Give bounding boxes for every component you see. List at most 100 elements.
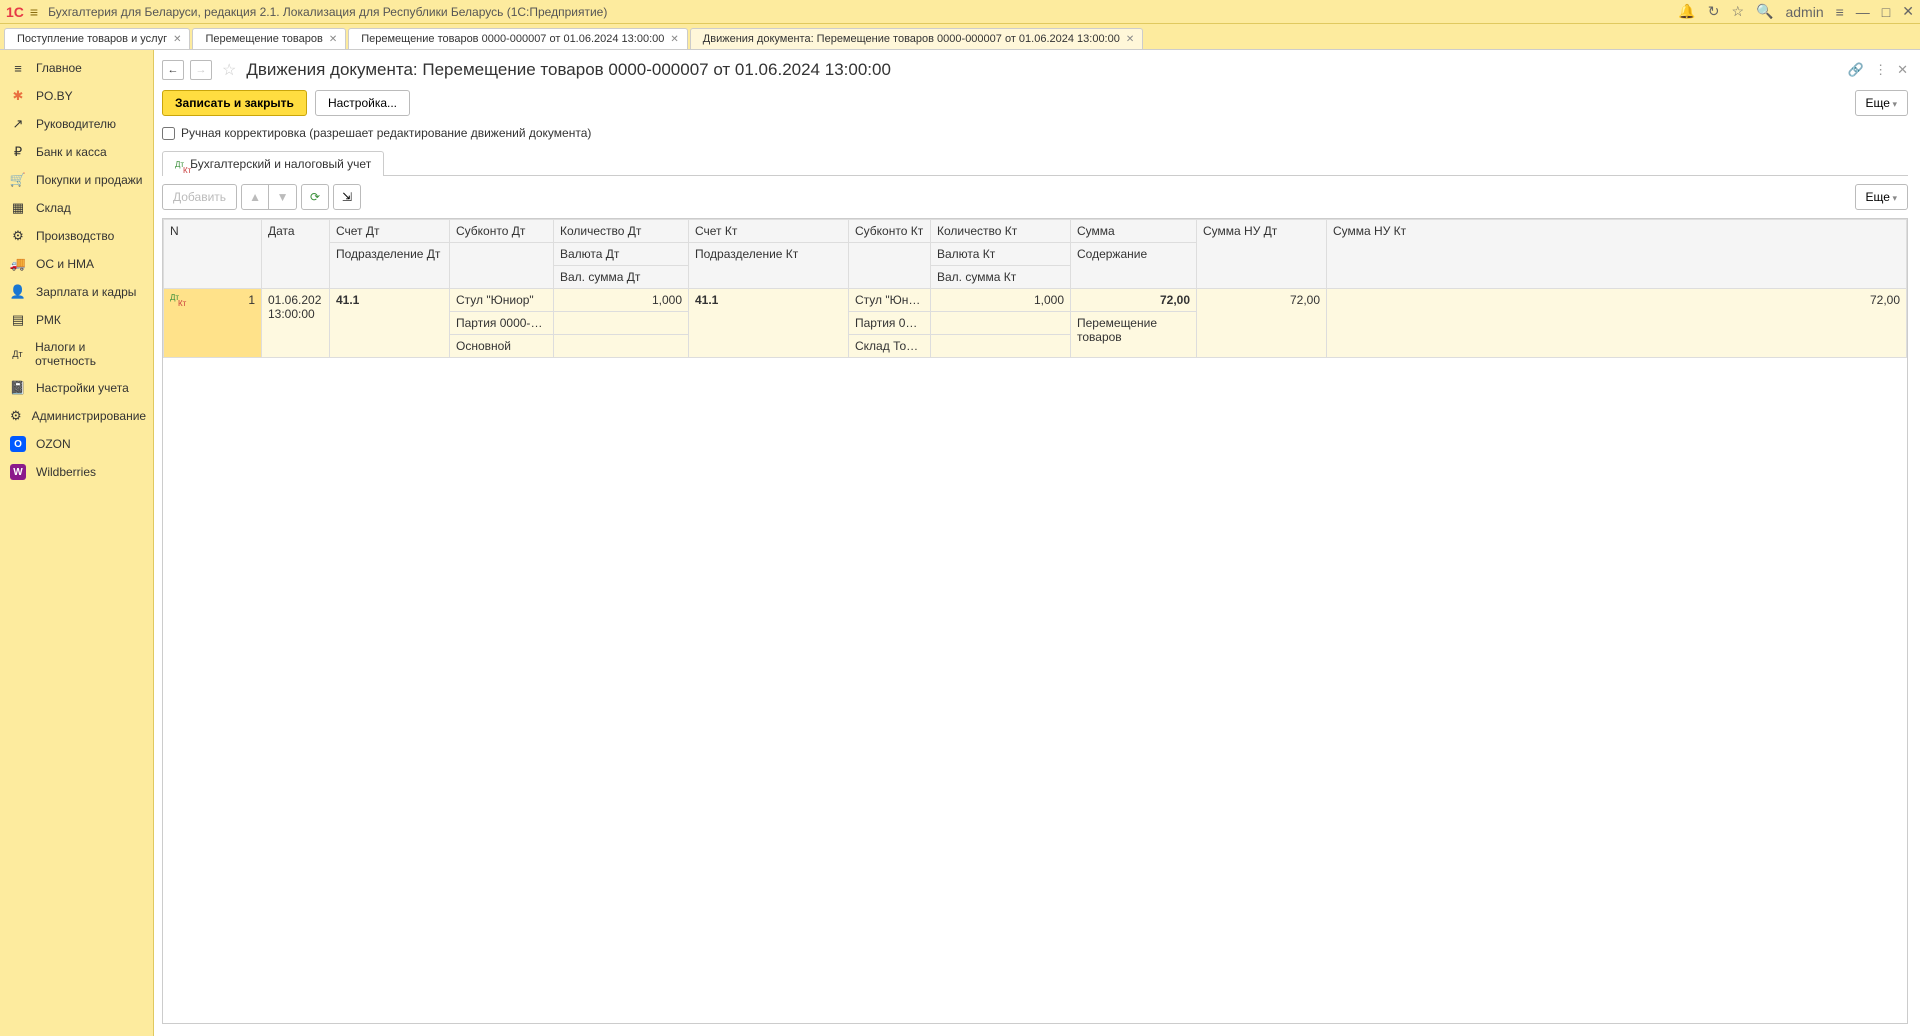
col-nu-kt[interactable]: Сумма НУ Кт	[1327, 220, 1907, 289]
favorite-icon[interactable]: ☆	[222, 60, 236, 80]
col-desc[interactable]: Содержание	[1071, 243, 1197, 289]
settings-icon[interactable]: ≡	[1836, 4, 1844, 20]
cell-desc[interactable]: Перемещение товаров	[1071, 312, 1197, 358]
sidebar-item-pos[interactable]: ▤РМК	[0, 306, 153, 334]
sidebar-item-poby[interactable]: ✱PO.BY	[0, 82, 153, 110]
cell-sub-dt-2[interactable]: Партия 0000-0…	[450, 312, 554, 335]
cell-sum[interactable]: 72,00	[1071, 289, 1197, 312]
sidebar-item-wildberries[interactable]: WWildberries	[0, 458, 153, 486]
sidebar-item-hr[interactable]: 👤Зарплата и кадры	[0, 278, 153, 306]
sidebar-item-sales[interactable]: 🛒Покупки и продажи	[0, 166, 153, 194]
settings-button[interactable]: Настройка...	[315, 90, 410, 116]
sidebar-item-main[interactable]: ≡Главное	[0, 54, 153, 82]
tab-transfer-doc[interactable]: Перемещение товаров 0000-000007 от 01.06…	[348, 28, 688, 49]
book-icon: 📓	[10, 380, 26, 396]
cell-sub-kt-2[interactable]: Партия 00…	[849, 312, 931, 335]
tab-movements[interactable]: Движения документа: Перемещение товаров …	[690, 28, 1143, 49]
cell-nu-kt[interactable]: 72,00	[1327, 289, 1907, 358]
truck-icon: 🚚	[10, 256, 26, 272]
cell-date[interactable]: 01.06.20213:00:00	[262, 289, 330, 358]
user-label[interactable]: admin	[1785, 4, 1823, 20]
col-cur-kt[interactable]: Валюта Кт	[931, 243, 1071, 266]
cell-sub-kt-3[interactable]: Склад Тов…	[849, 335, 931, 358]
nav-forward-button[interactable]: →	[190, 60, 212, 80]
cell-acc-dt[interactable]: 41.1	[330, 289, 450, 358]
col-div-dt[interactable]: Подразделение Дт	[330, 243, 450, 289]
table-more-button[interactable]: Еще	[1855, 184, 1908, 210]
col-sub-kt[interactable]: Субконто Кт	[849, 220, 931, 243]
close-icon[interactable]: ✕	[173, 34, 181, 45]
cell-sub-dt-1[interactable]: Стул "Юниор"	[450, 289, 554, 312]
cell-sub-dt-3[interactable]: Основной	[450, 335, 554, 358]
ruble-icon: ₽	[10, 144, 26, 160]
col-qty-kt[interactable]: Количество Кт	[931, 220, 1071, 243]
maximize-icon[interactable]: □	[1882, 4, 1890, 20]
sidebar-item-ozon[interactable]: ОOZON	[0, 430, 153, 458]
sidebar-item-production[interactable]: ⚙Производство	[0, 222, 153, 250]
close-icon[interactable]: ✕	[329, 34, 337, 45]
tab-transfer-list[interactable]: Перемещение товаров✕	[192, 28, 346, 49]
save-close-button[interactable]: Записать и закрыть	[162, 90, 307, 116]
star-icon: ✱	[10, 88, 26, 104]
col-acc-kt[interactable]: Счет Кт	[689, 220, 849, 243]
tab-accounting[interactable]: Дт Бухгалтерский и налоговый учет	[162, 151, 384, 176]
close-icon[interactable]: ✕	[1126, 34, 1134, 45]
sidebar-item-bank[interactable]: ₽Банк и касса	[0, 138, 153, 166]
cell-acc-kt[interactable]: 41.1	[689, 289, 849, 358]
close-icon[interactable]: ✕	[1902, 3, 1914, 20]
export-button[interactable]: ⇲	[333, 184, 361, 210]
col-cur-dt[interactable]: Валюта Дт	[554, 243, 689, 266]
col-date[interactable]: Дата	[262, 220, 330, 289]
col-div-kt[interactable]: Подразделение Кт	[689, 243, 849, 289]
sidebar-item-assets[interactable]: 🚚ОС и НМА	[0, 250, 153, 278]
tab-receipt[interactable]: Поступление товаров и услуг✕	[4, 28, 190, 49]
cell-sub-kt-1[interactable]: Стул "Юни…	[849, 289, 931, 312]
col-nu-dt[interactable]: Сумма НУ Дт	[1197, 220, 1327, 289]
manual-edit-checkbox[interactable]	[162, 127, 175, 140]
close-page-icon[interactable]: ✕	[1897, 62, 1908, 78]
pos-icon: ▤	[10, 312, 26, 328]
nav-back-button[interactable]: ←	[162, 60, 184, 80]
col-qty-dt[interactable]: Количество Дт	[554, 220, 689, 243]
refresh-button[interactable]: ⟳	[301, 184, 329, 210]
sidebar-item-settings[interactable]: 📓Настройки учета	[0, 374, 153, 402]
sidebar-item-admin[interactable]: ⚙Администрирование	[0, 402, 153, 430]
link-icon[interactable]: 🔗	[1848, 62, 1864, 78]
cell-qty-dt[interactable]: 1,000	[554, 289, 689, 312]
col-sum[interactable]: Сумма	[1071, 220, 1197, 243]
dtkt-icon: Дт	[175, 160, 184, 169]
sidebar-item-warehouse[interactable]: ▦Склад	[0, 194, 153, 222]
col-cursum-dt[interactable]: Вал. сумма Дт	[554, 266, 689, 289]
col-n[interactable]: N	[164, 220, 262, 289]
cell-nu-dt[interactable]: 72,00	[1197, 289, 1327, 358]
main-menu-icon[interactable]: ≡	[30, 4, 38, 20]
col-cursum-kt[interactable]: Вал. сумма Кт	[931, 266, 1071, 289]
close-icon[interactable]: ✕	[670, 34, 678, 45]
list-icon: ≡	[10, 60, 26, 76]
table-body: Дт1 01.06.20213:00:00 41.1 Стул "Юниор" …	[164, 289, 1907, 358]
table-row[interactable]: Дт1 01.06.20213:00:00 41.1 Стул "Юниор" …	[164, 289, 1907, 312]
more-button[interactable]: Еще	[1855, 90, 1908, 116]
grid-icon: ▦	[10, 200, 26, 216]
move-up-button[interactable]: ▲	[241, 184, 269, 210]
history-icon[interactable]: ↻	[1708, 3, 1720, 20]
col-acc-dt[interactable]: Счет Дт	[330, 220, 450, 243]
col-sub-dt[interactable]: Субконто Дт	[450, 220, 554, 243]
cell-qty-kt[interactable]: 1,000	[931, 289, 1071, 312]
sidebar-item-tax[interactable]: ДтНалоги и отчетность	[0, 334, 153, 374]
factory-icon: ⚙	[10, 228, 26, 244]
search-icon[interactable]: 🔍	[1756, 3, 1773, 20]
more-menu-icon[interactable]: ⋮	[1874, 62, 1887, 78]
postings-table[interactable]: N Дата Счет Дт Субконто Дт Количество Дт…	[162, 218, 1908, 1024]
bell-icon[interactable]: 🔔	[1678, 3, 1695, 20]
minimize-icon[interactable]: —	[1856, 4, 1870, 20]
table-toolbar: Добавить ▲ ▼ ⟳ ⇲ Еще	[162, 176, 1908, 218]
logo-1c: 1C	[6, 4, 24, 20]
sidebar-item-manager[interactable]: ↗Руководителю	[0, 110, 153, 138]
move-down-button[interactable]: ▼	[269, 184, 297, 210]
add-button[interactable]: Добавить	[162, 184, 237, 210]
star-icon[interactable]: ☆	[1731, 3, 1744, 20]
wildberries-icon: W	[10, 464, 26, 480]
person-icon: 👤	[10, 284, 26, 300]
cell-n[interactable]: Дт1	[164, 289, 262, 358]
